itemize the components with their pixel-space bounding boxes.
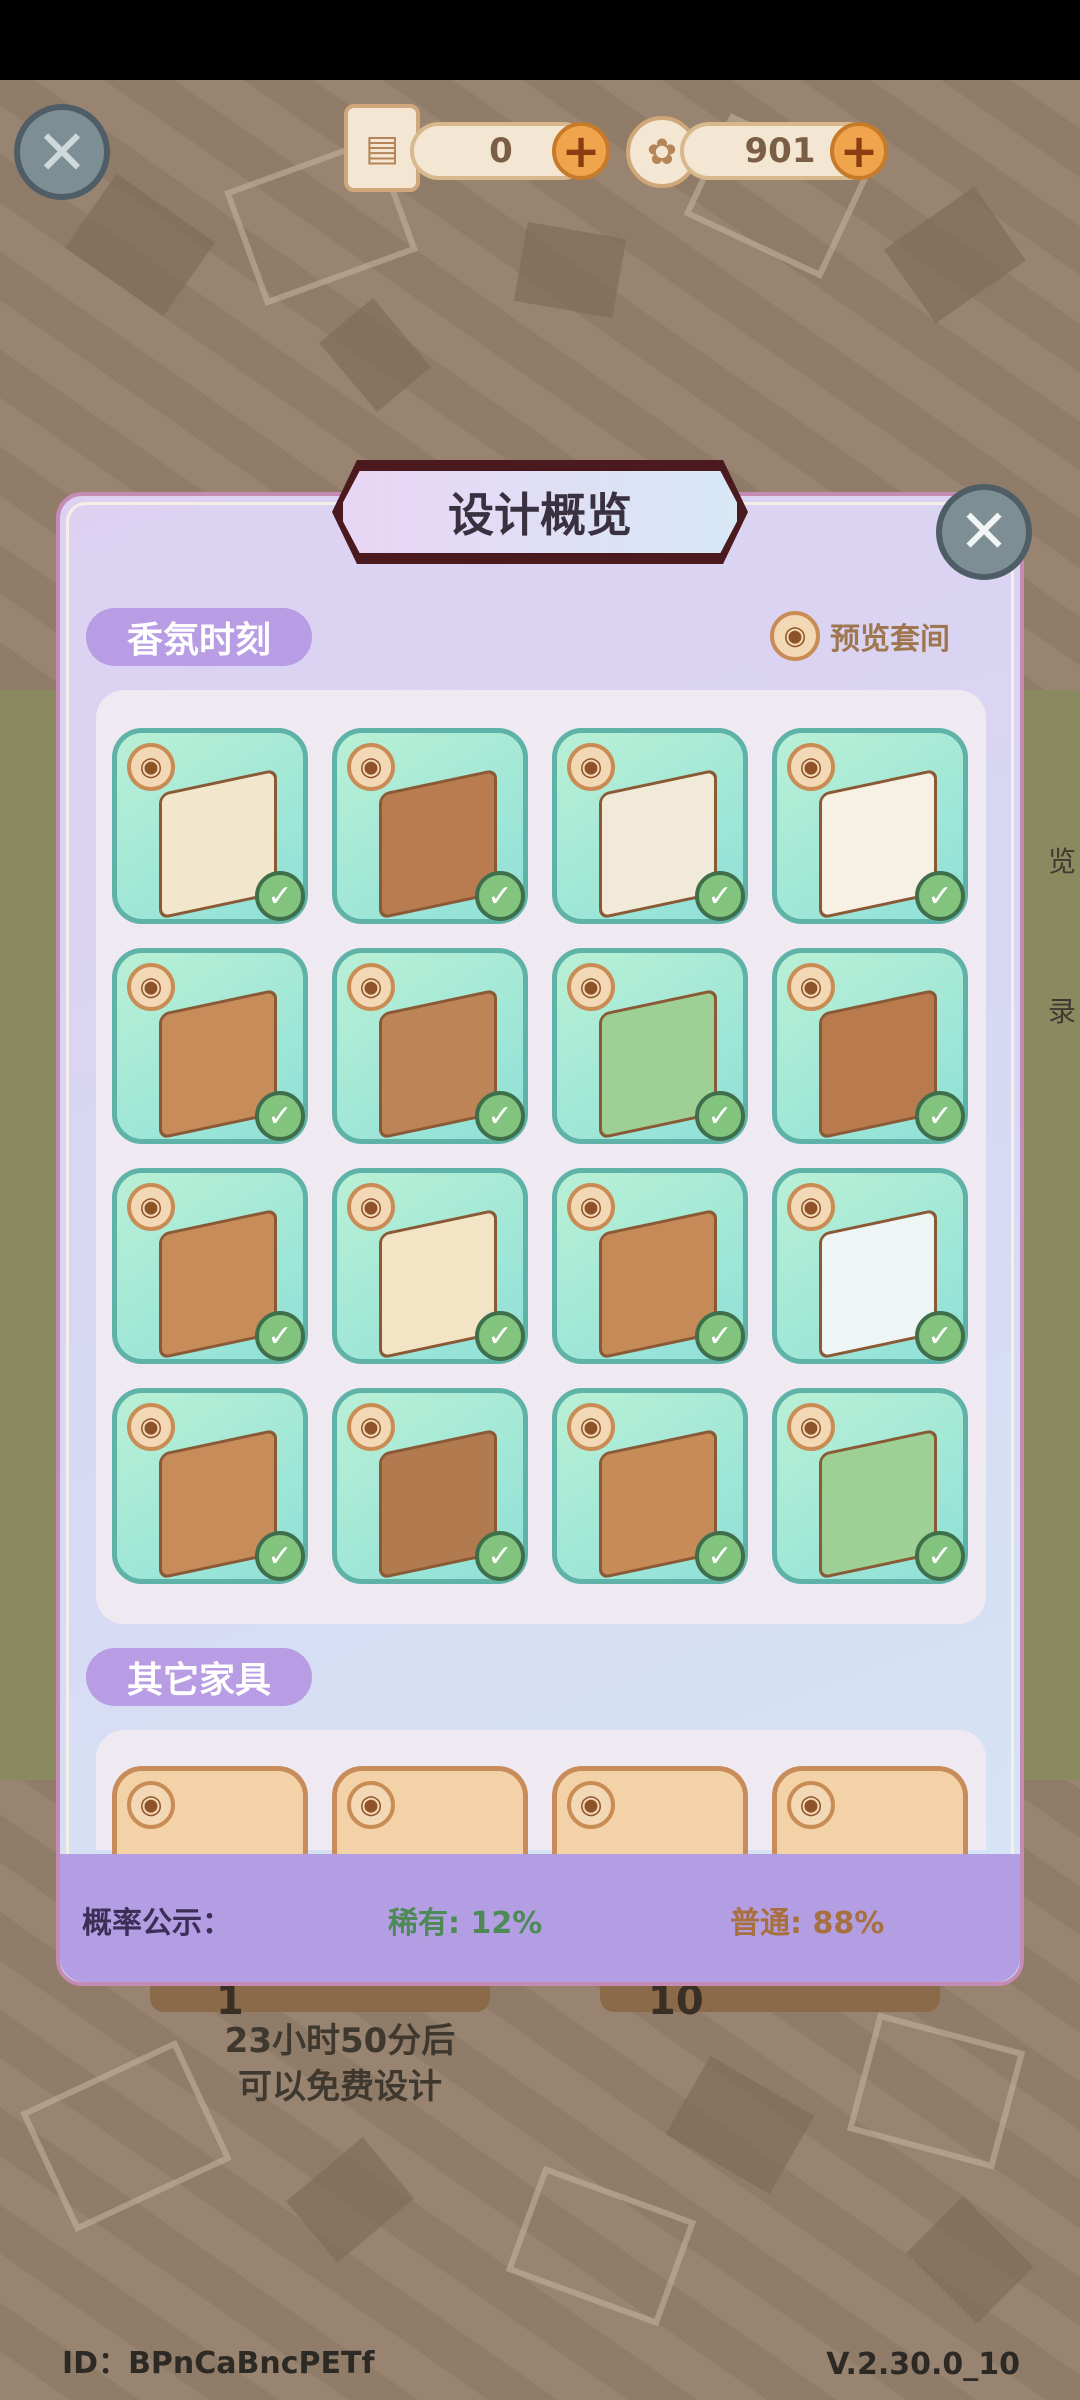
eye-icon[interactable]: ◉ <box>567 743 615 791</box>
furniture-tile-wall-panel[interactable]: ◉ ✓ <box>332 1168 528 1364</box>
rare-probability: 稀有: 12% <box>388 1906 543 1941</box>
eye-icon[interactable]: ◉ <box>127 1403 175 1451</box>
furniture-tile-mirror[interactable]: ◉ ✓ <box>772 1168 968 1364</box>
check-icon: ✓ <box>255 871 305 921</box>
furniture-tile-blinds[interactable]: ◉ ✓ <box>332 1388 528 1584</box>
status-bar <box>0 0 1080 80</box>
check-icon: ✓ <box>475 1531 525 1581</box>
version-label: V.2.30.0_10 <box>826 2347 1020 2382</box>
furniture-tile-shower-panel[interactable]: ◉ ✓ <box>772 1388 968 1584</box>
scroll-value: 0 <box>489 131 513 171</box>
section-title-aroma: 香氛时刻 <box>86 608 312 666</box>
check-icon: ✓ <box>695 1531 745 1581</box>
player-id: ID：BPnCaBncPETf <box>62 2346 375 2381</box>
common-probability: 普通: 88% <box>730 1906 885 1941</box>
check-icon: ✓ <box>475 1311 525 1361</box>
eye-icon[interactable]: ◉ <box>787 1403 835 1451</box>
check-icon: ✓ <box>915 871 965 921</box>
eye-icon[interactable]: ◉ <box>347 743 395 791</box>
preview-suite-button[interactable]: ◉ 预览套间 <box>770 606 950 666</box>
eye-icon[interactable]: ◉ <box>127 743 175 791</box>
side-label-preview: 览 <box>1047 845 1076 878</box>
eye-icon[interactable]: ◉ <box>787 1183 835 1231</box>
furniture-tile-sink-counter[interactable]: ◉ ✓ <box>552 728 748 924</box>
check-icon: ✓ <box>915 1311 965 1361</box>
eye-icon[interactable]: ◉ <box>347 963 395 1011</box>
furniture-tile-washer-cabinet[interactable]: ◉ ✓ <box>552 1168 748 1364</box>
eye-icon: ◉ <box>127 1781 175 1829</box>
free-text-line1: 23小时50分后 <box>224 2021 456 2061</box>
furniture-tile-display-cabinet[interactable]: ◉ ✓ <box>112 1388 308 1584</box>
check-icon: ✓ <box>695 871 745 921</box>
eye-icon: ◉ <box>347 1781 395 1829</box>
furniture-tile-bathtub[interactable]: ◉ ✓ <box>772 728 968 924</box>
check-icon: ✓ <box>915 1091 965 1141</box>
check-icon: ✓ <box>475 871 525 921</box>
check-icon: ✓ <box>255 1091 305 1141</box>
eye-icon: ◉ <box>770 611 820 661</box>
furniture-tile-shelf-cabinet[interactable]: ◉ ✓ <box>332 948 528 1144</box>
probability-label: 概率公示： <box>82 1906 232 1941</box>
eye-icon[interactable]: ◉ <box>567 963 615 1011</box>
furniture-tile-cabinet[interactable]: ◉ ✓ <box>332 728 528 924</box>
furniture-tile-storage-rack[interactable]: ◉ ✓ <box>552 1388 748 1584</box>
coin-value: 901 <box>744 131 816 171</box>
eye-icon[interactable]: ◉ <box>787 963 835 1011</box>
eye-icon[interactable]: ◉ <box>347 1183 395 1231</box>
scroll-icon: ▤ <box>344 104 420 192</box>
furniture-tile-vanity[interactable]: ◉ ✓ <box>112 948 308 1144</box>
close-modal-icon[interactable]: ✕ <box>936 484 1032 580</box>
eye-icon[interactable]: ◉ <box>567 1403 615 1451</box>
furniture-tile-shower-screen[interactable]: ◉ ✓ <box>552 948 748 1144</box>
furniture-tile-tall-shelf[interactable]: ◉ ✓ <box>112 1168 308 1364</box>
eye-icon[interactable]: ◉ <box>347 1403 395 1451</box>
eye-icon: ◉ <box>787 1781 835 1829</box>
add-coin-button[interactable]: + <box>830 122 888 180</box>
furniture-tile-floor-tile[interactable]: ◉ ✓ <box>112 728 308 924</box>
close-icon[interactable]: ✕ <box>14 104 110 200</box>
eye-icon: ◉ <box>567 1781 615 1829</box>
furniture-tile-toilet[interactable]: ◉ ✓ <box>772 948 968 1144</box>
check-icon: ✓ <box>695 1091 745 1141</box>
eye-icon[interactable]: ◉ <box>787 743 835 791</box>
eye-icon[interactable]: ◉ <box>567 1183 615 1231</box>
free-design-timer: 23小时50分后 可以免费设计 <box>160 2018 520 2110</box>
modal-title: 设计概览 <box>338 466 742 558</box>
check-icon: ✓ <box>695 1311 745 1361</box>
side-label-record: 录 <box>1047 995 1076 1028</box>
check-icon: ✓ <box>255 1531 305 1581</box>
check-icon: ✓ <box>915 1531 965 1581</box>
free-text-line2: 可以免费设计 <box>238 2067 442 2107</box>
add-scroll-button[interactable]: + <box>552 122 610 180</box>
check-icon: ✓ <box>475 1091 525 1141</box>
check-icon: ✓ <box>255 1311 305 1361</box>
eye-icon[interactable]: ◉ <box>127 963 175 1011</box>
section-title-other: 其它家具 <box>86 1648 312 1706</box>
eye-icon[interactable]: ◉ <box>127 1183 175 1231</box>
preview-suite-label: 预览套间 <box>830 622 950 657</box>
